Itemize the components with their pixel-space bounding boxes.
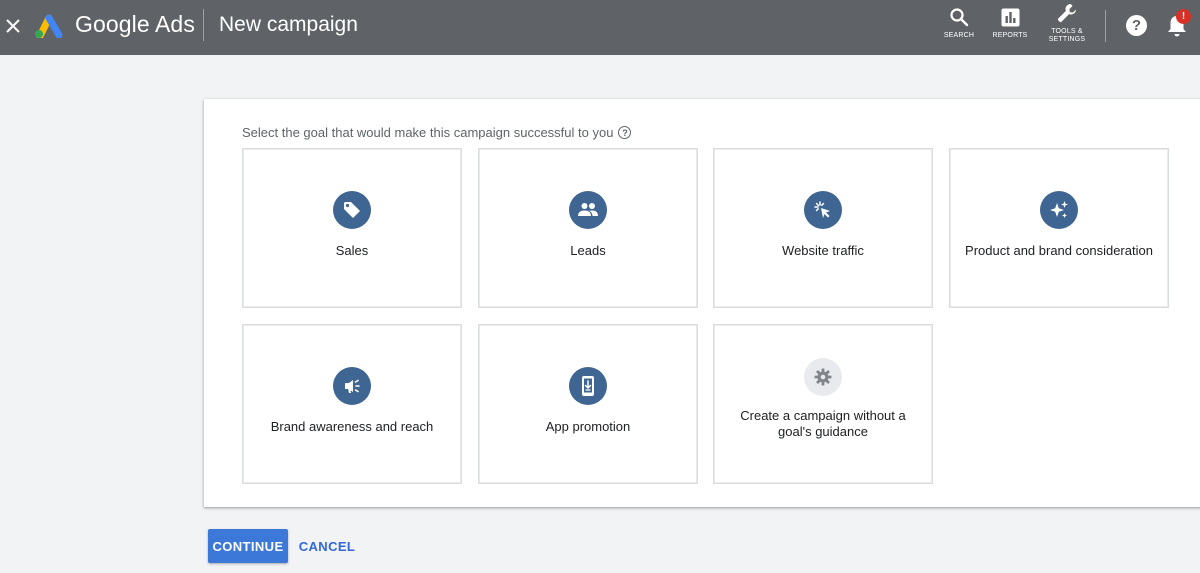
goal-icon-circle — [333, 367, 371, 405]
goal-card-website-traffic[interactable]: Website traffic — [713, 148, 933, 308]
wrench-icon — [1058, 4, 1076, 22]
goal-card-product-brand-consideration[interactable]: Product and brand consideration — [949, 148, 1169, 308]
reports-label: REPORTS — [992, 32, 1028, 39]
cancel-button[interactable]: CANCEL — [296, 529, 358, 563]
page-title: New campaign — [219, 13, 358, 36]
goal-card-leads[interactable]: Leads — [478, 148, 698, 308]
top-app-bar: Google Ads New campaign SEARCH REPORTS T… — [0, 0, 1200, 55]
tag-icon — [344, 202, 360, 218]
close-button[interactable] — [3, 13, 23, 39]
search-icon — [950, 8, 969, 27]
goal-prompt-text: Select the goal that would make this cam… — [242, 125, 614, 140]
goal-card-brand-awareness[interactable]: Brand awareness and reach — [242, 324, 462, 484]
reports-button[interactable]: REPORTS — [989, 6, 1031, 40]
megaphone-icon — [345, 379, 360, 393]
goal-prompt: Select the goal that would make this cam… — [242, 125, 632, 140]
help-circle-icon[interactable]: ? — [618, 126, 632, 139]
tools-label-line2: SETTINGS — [1048, 36, 1086, 43]
goal-icon-circle — [569, 367, 607, 405]
goal-label: Product and brand consideration — [965, 243, 1153, 258]
goal-selection-panel: Select the goal that would make this cam… — [204, 99, 1200, 507]
goal-icon-circle — [569, 191, 607, 229]
help-icon: ? — [1131, 17, 1142, 34]
goal-label: Brand awareness and reach — [270, 419, 434, 434]
notification-badge: ! — [1176, 9, 1191, 24]
search-button[interactable]: SEARCH — [940, 6, 978, 40]
goal-label: Website traffic — [782, 243, 864, 258]
goal-icon-circle — [333, 191, 371, 229]
brand-name: Google Ads — [75, 11, 195, 37]
search-label: SEARCH — [943, 32, 975, 39]
reports-icon — [1001, 8, 1019, 26]
goal-label: Leads — [570, 243, 606, 258]
header-divider-right — [1105, 10, 1106, 42]
tools-settings-label: TOOLS & SETTINGS — [1044, 28, 1090, 44]
google-ads-logo — [35, 14, 63, 38]
close-icon — [6, 19, 20, 33]
goal-card-sales[interactable]: Sales — [242, 148, 462, 308]
goal-icon-circle — [804, 358, 842, 396]
goal-label: App promotion — [545, 419, 631, 434]
goal-card-app-promotion[interactable]: App promotion — [478, 324, 698, 484]
goal-card-no-goal[interactable]: Create a campaign without a goal's guida… — [713, 324, 933, 484]
goal-icon-circle — [1040, 191, 1078, 229]
goal-label: Create a campaign without a goal's guida… — [740, 408, 906, 439]
goal-icon-circle — [804, 191, 842, 229]
gear-icon — [814, 368, 832, 386]
people-icon — [578, 203, 598, 216]
continue-button[interactable]: CONTINUE — [208, 529, 288, 563]
cursor-click-icon — [814, 201, 830, 218]
header-divider — [203, 9, 204, 41]
tools-label-line1: TOOLS & — [1051, 28, 1083, 35]
help-button[interactable]: ? — [1126, 15, 1147, 36]
phone-download-icon — [582, 376, 594, 396]
tools-settings-button[interactable]: TOOLS & SETTINGS — [1044, 2, 1090, 44]
goal-label: Sales — [335, 243, 369, 258]
sparkle-icon — [1050, 201, 1068, 218]
